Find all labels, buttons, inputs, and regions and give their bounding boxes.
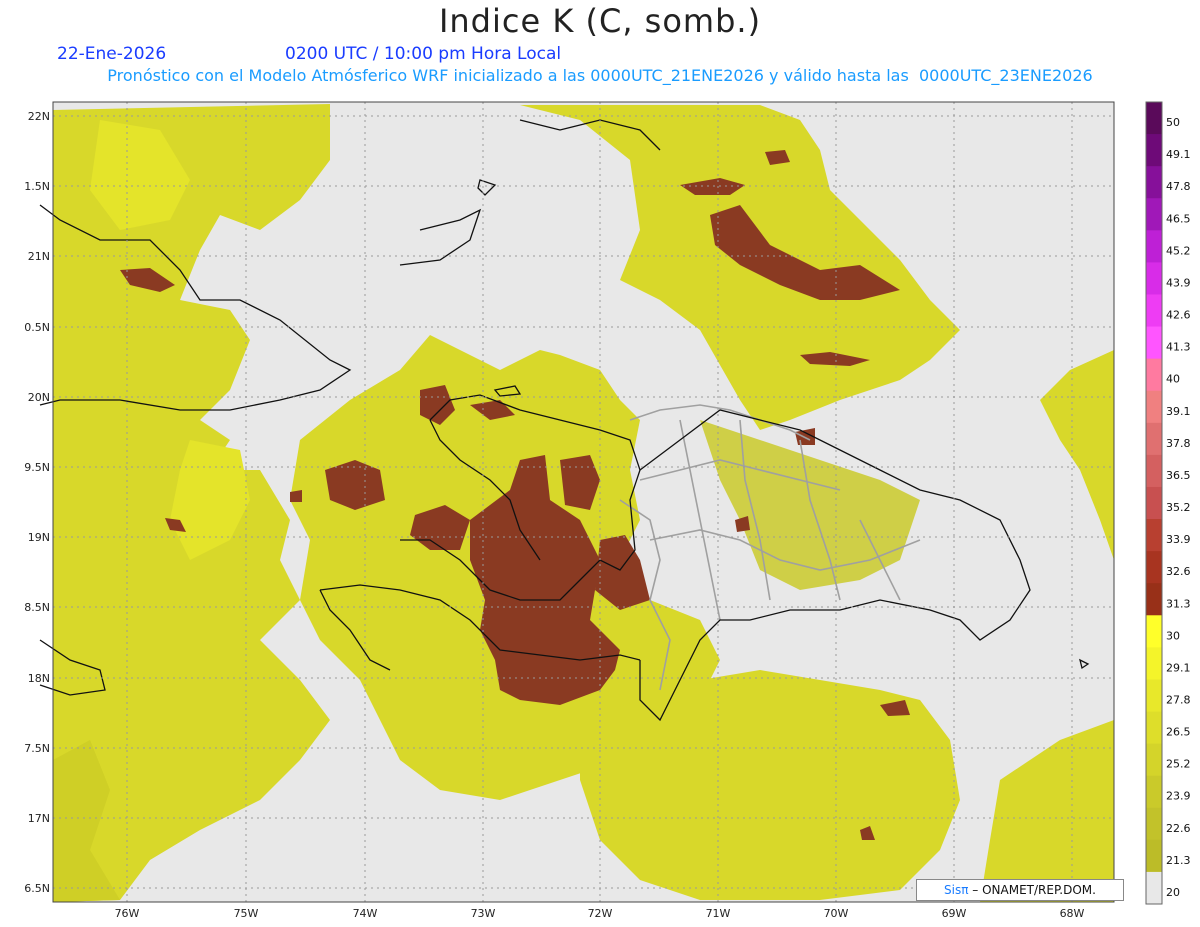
colorbar-swatch xyxy=(1146,454,1162,488)
lon-label: 71W xyxy=(706,907,731,920)
colorbar-swatch xyxy=(1146,390,1162,424)
lon-label: 75W xyxy=(234,907,259,920)
colorbar-label: 26.5 xyxy=(1166,726,1191,739)
colorbar-label: 41.3 xyxy=(1166,341,1191,354)
lon-label: 74W xyxy=(353,907,378,920)
colorbar-swatch xyxy=(1146,230,1162,263)
colorbar-label: 39.1 xyxy=(1166,405,1191,418)
lon-label: 76W xyxy=(115,907,140,920)
colorbar-swatch xyxy=(1146,519,1162,552)
colorbar-label: 27.8 xyxy=(1166,694,1191,707)
colorbar-label: 20 xyxy=(1166,886,1180,899)
colorbar-swatch xyxy=(1146,711,1162,745)
lon-label: 72W xyxy=(588,907,613,920)
lat-label: 7.5N xyxy=(24,742,50,755)
colorbar-label: 29.1 xyxy=(1166,661,1191,674)
lon-label: 70W xyxy=(824,907,849,920)
lat-label: 9.5N xyxy=(24,461,50,474)
colorbar-swatch xyxy=(1146,358,1162,392)
colorbar-swatch xyxy=(1146,647,1162,680)
colorbar-label: 31.3 xyxy=(1166,597,1191,610)
lon-label: 69W xyxy=(942,907,967,920)
longitude-labels: 76W 75W 74W 73W 72W 71W 70W 69W 68W xyxy=(115,907,1085,920)
colorbar-swatch xyxy=(1146,679,1162,713)
forecast-map: 22N 1.5N 21N 0.5N 20N 9.5N 19N 8.5N 18N … xyxy=(24,101,1191,920)
colorbar-label: 40 xyxy=(1166,373,1180,386)
colorbar-label: 45.2 xyxy=(1166,244,1191,257)
colorbar-swatch xyxy=(1146,198,1162,231)
colorbar-label: 23.9 xyxy=(1166,790,1191,803)
colorbar-swatch xyxy=(1146,294,1162,328)
colorbar-swatch xyxy=(1146,839,1162,873)
colorbar-swatch xyxy=(1146,134,1162,167)
lat-label: 18N xyxy=(28,672,50,685)
colorbar-label: 30 xyxy=(1166,629,1180,642)
lat-label: 19N xyxy=(28,531,50,544)
colorbar-label: 21.3 xyxy=(1166,854,1191,867)
lat-label: 6.5N xyxy=(24,882,50,895)
colorbar-label: 35.2 xyxy=(1166,501,1191,514)
colorbar: 50 49.1 47.8 46.5 45.2 43.9 42.6 41.3 40 39.1 37.8… xyxy=(1145,101,1191,905)
colorbar-swatch xyxy=(1146,583,1162,616)
lat-label: 22N xyxy=(28,110,50,123)
colorbar-swatch xyxy=(1146,871,1162,905)
colorbar-swatch xyxy=(1146,102,1162,135)
colorbar-swatch xyxy=(1146,615,1162,648)
colorbar-swatch xyxy=(1146,262,1162,295)
lon-label: 73W xyxy=(471,907,496,920)
colorbar-swatch xyxy=(1146,422,1162,456)
colorbar-swatch xyxy=(1146,743,1162,777)
colorbar-swatch xyxy=(1146,775,1162,809)
lat-label: 20N xyxy=(28,391,50,404)
colorbar-swatch xyxy=(1146,807,1162,841)
credit-box: Sisπ – ONAMET/REP.DOM. xyxy=(916,879,1124,901)
colorbar-swatch xyxy=(1146,486,1162,520)
colorbar-label: 47.8 xyxy=(1166,180,1191,193)
colorbar-swatch xyxy=(1146,326,1162,360)
lat-label: 17N xyxy=(28,812,50,825)
colorbar-label: 42.6 xyxy=(1166,309,1191,322)
lon-label: 68W xyxy=(1060,907,1085,920)
colorbar-swatch xyxy=(1146,166,1162,199)
colorbar-label: 49.1 xyxy=(1166,148,1191,161)
colorbar-label: 50 xyxy=(1166,116,1180,129)
colorbar-label: 32.6 xyxy=(1166,565,1191,578)
colorbar-label: 37.8 xyxy=(1166,437,1191,450)
colorbar-label: 46.5 xyxy=(1166,212,1191,225)
colorbar-label: 43.9 xyxy=(1166,276,1191,289)
lat-label: 8.5N xyxy=(24,601,50,614)
colorbar-label: 25.2 xyxy=(1166,758,1191,771)
latitude-labels: 22N 1.5N 21N 0.5N 20N 9.5N 19N 8.5N 18N … xyxy=(24,110,50,895)
colorbar-swatch xyxy=(1146,551,1162,584)
colorbar-label: 36.5 xyxy=(1166,469,1191,482)
colorbar-label: 33.9 xyxy=(1166,533,1191,546)
sispi-logo: Sisπ xyxy=(944,883,969,897)
lat-label: 1.5N xyxy=(24,180,50,193)
credit-text: – ONAMET/REP.DOM. xyxy=(972,883,1096,897)
lat-label: 0.5N xyxy=(24,321,50,334)
colorbar-label: 22.6 xyxy=(1166,822,1191,835)
lat-label: 21N xyxy=(28,250,50,263)
